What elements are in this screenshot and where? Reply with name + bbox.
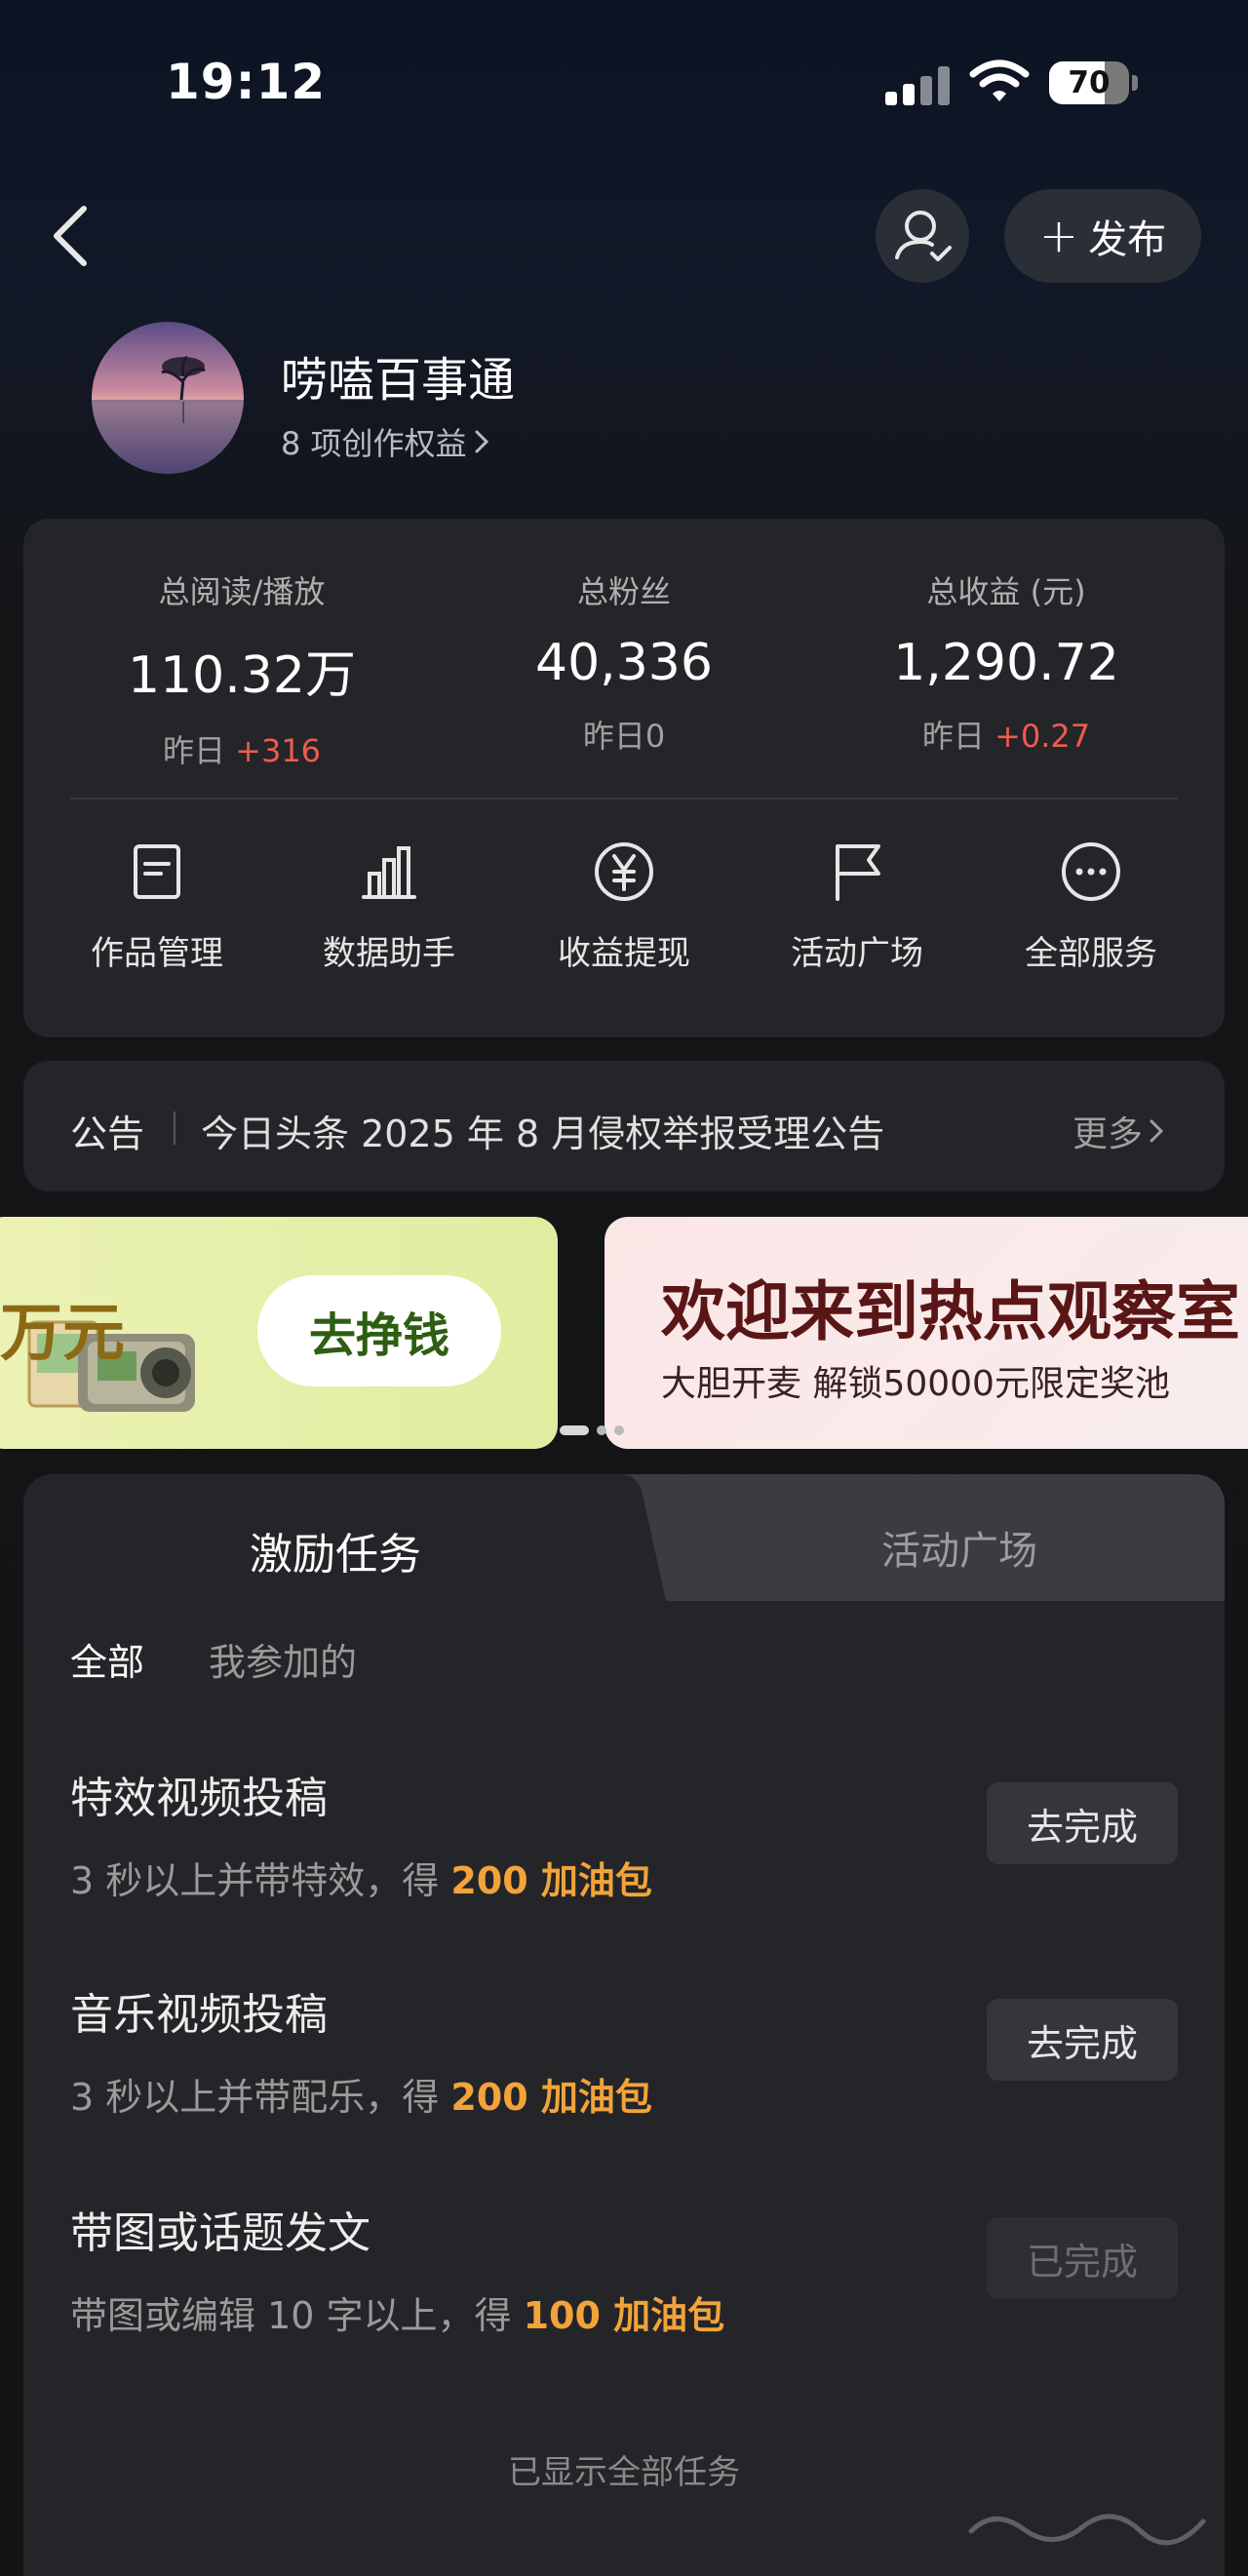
stat-delta-prefix: 昨日 [921,718,985,755]
service-works-management[interactable]: 作品管理 [64,840,250,974]
user-button[interactable] [876,189,969,283]
stat-label: 总阅读/播放 [158,573,326,610]
cellular-signal-icon [885,66,950,105]
publish-button[interactable]: + 发布 [1004,189,1201,283]
service-label: 数据助手 [323,934,455,973]
publish-label: 发布 [1088,217,1167,262]
service-label: 收益提现 [558,934,690,973]
more-circle-icon [1062,842,1120,901]
task-desc: 3 秒以上并带配乐，得 [70,2076,451,2119]
service-income-withdraw[interactable]: 收益提现 [531,840,717,974]
task-title: 特效视频投稿 [70,1774,328,1823]
tasks-panel: 激励任务 活动广场 全部 我参加的 特效视频投稿 3 秒以上并带特效，得 200… [23,1474,1225,2576]
carousel-indicator [560,1425,624,1435]
announcement-text[interactable]: 今日头条 2025 年 8 月侵权举报受理公告 [201,1104,884,1157]
task-desc: 带图或编辑 10 字以上，得 [70,2294,524,2337]
tab-activity-square[interactable]: 活动广场 [647,1519,1225,1576]
service-label: 作品管理 [91,934,223,973]
service-activity-square[interactable]: 活动广场 [764,840,950,974]
stat-delta: 0 [644,718,666,755]
divider [174,1112,176,1145]
filter-all[interactable]: 全部 [70,1632,144,1686]
watermark-logo-icon [968,2514,1206,2546]
profile-name: 唠嗑百事通 [281,353,516,408]
banner-subtitle: 大胆开麦 解锁50000元限定奖池 [661,1364,1170,1404]
divider [70,798,1178,800]
stat-total-income[interactable]: 总收益 (元) 1,290.72 昨日 +0.27 [860,567,1152,757]
service-label: 全部服务 [1025,934,1157,973]
chevron-right-icon [1150,1119,1164,1143]
earn-money-button[interactable]: 去挣钱 [257,1275,501,1386]
service-label: 活动广场 [791,934,923,973]
battery-level: 70 [1068,65,1111,100]
stat-delta: +316 [235,732,322,769]
task-reward: 200 加油包 [450,1859,652,1902]
creator-rights-link[interactable]: 8 项创作权益 [281,419,490,464]
stat-label: 总收益 (元) [926,573,1086,610]
task-reward: 100 加油包 [523,2294,725,2337]
task-complete-button[interactable]: 去完成 [987,1999,1178,2081]
creator-rights-label: 8 项创作权益 [281,425,467,462]
tab-incentive-tasks[interactable]: 激励任务 [23,1519,647,1581]
task-complete-button[interactable]: 去完成 [987,1782,1178,1864]
banner-earn-money[interactable]: 万元 去挣钱 [0,1217,558,1449]
bar-chart-icon [362,846,416,899]
back-button[interactable] [39,195,98,277]
stat-label: 总粉丝 [576,573,671,610]
chevron-right-icon [475,430,488,453]
yuan-circle-icon [595,842,653,901]
all-tasks-shown-note: 已显示全部任务 [508,2453,740,2492]
stat-value: 40,336 [535,634,713,692]
chevron-left-icon [54,206,87,266]
status-time: 19:12 [166,54,327,110]
announcement-tag: 公告 [70,1112,145,1155]
user-check-icon [895,211,952,261]
avatar[interactable] [92,322,244,474]
more-label: 更多 [1072,1114,1144,1154]
service-all-services[interactable]: 全部服务 [998,840,1184,974]
stat-value: 110.32万 [128,646,356,705]
battery-icon: 70 [1049,61,1139,104]
task-desc: 3 秒以上并带特效，得 [70,1859,451,1902]
banner-title-fragment: 万元 [0,1298,125,1370]
task-item: 音乐视频投稿 3 秒以上并带配乐，得 200 加油包 [70,1979,652,2121]
task-item: 特效视频投稿 3 秒以上并带特效，得 200 加油包 [70,1763,652,1904]
stat-total-reads[interactable]: 总阅读/播放 110.32万 昨日 +316 [96,567,388,771]
stats-card: 总阅读/播放 110.32万 昨日 +316 总粉丝 40,336 昨日0 总收… [23,519,1225,1037]
announcement-more-link[interactable]: 更多 [1072,1106,1164,1156]
filter-joined[interactable]: 我参加的 [209,1632,357,1686]
task-completed-button: 已完成 [987,2217,1178,2299]
task-item: 带图或话题发文 带图或编辑 10 字以上，得 100 加油包 [70,2198,724,2339]
stat-total-fans[interactable]: 总粉丝 40,336 昨日0 [478,567,770,757]
wifi-icon [969,59,1030,103]
stat-delta: +0.27 [994,718,1091,755]
service-data-assistant[interactable]: 数据助手 [296,840,482,974]
announcement-bar[interactable]: 公告 今日头条 2025 年 8 月侵权举报受理公告 更多 [23,1061,1225,1191]
banner-hot-topic[interactable]: 欢迎来到热点观察室 大胆开麦 解锁50000元限定奖池 [604,1217,1248,1449]
plus-icon: + [1038,209,1079,263]
task-reward: 200 加油包 [450,2076,652,2119]
task-title: 音乐视频投稿 [70,1990,328,2040]
stat-delta-prefix: 昨日 [162,732,225,769]
stat-value: 1,290.72 [893,634,1119,692]
document-icon [134,844,180,899]
task-title: 带图或话题发文 [70,2208,370,2258]
banner-title: 欢迎来到热点观察室 [661,1274,1240,1349]
stat-delta-prefix: 昨日 [582,718,645,755]
flag-icon [836,844,880,901]
